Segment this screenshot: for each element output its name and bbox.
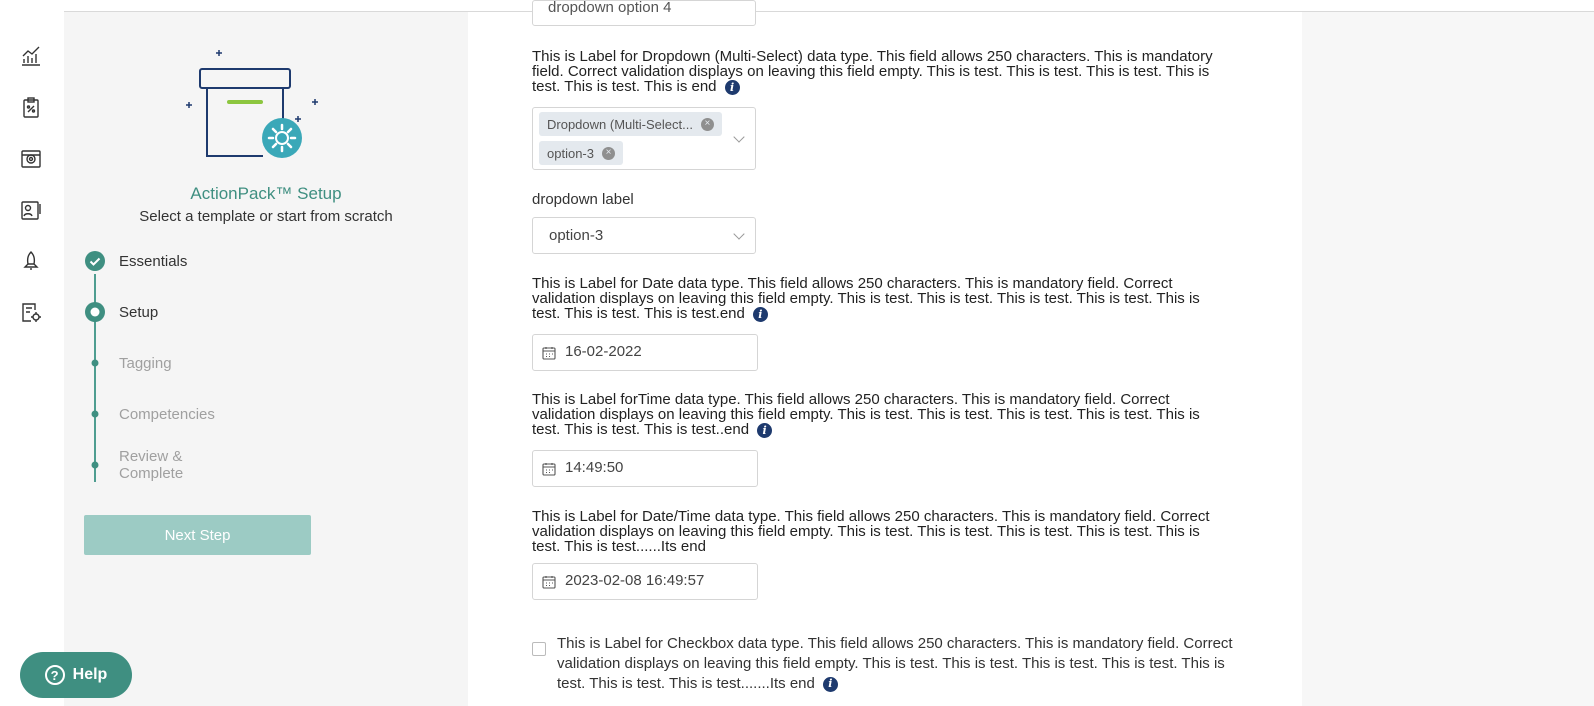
check-icon [84, 250, 106, 272]
multiselect-dropdown[interactable]: Dropdown (Multi-Select... × option-3 × [532, 107, 756, 170]
datetime-value: 2023-02-08 16:49:57 [565, 572, 705, 589]
date-value: 16-02-2022 [565, 343, 642, 360]
step-dot-icon [84, 403, 106, 425]
chip-label: Dropdown (Multi-Select... [547, 116, 693, 132]
clipboard-icon[interactable] [19, 96, 43, 120]
top-border [64, 0, 1594, 12]
datetime-label-text: This is Label for Date/Time data type. T… [532, 508, 1210, 555]
remove-chip-icon[interactable]: × [601, 146, 615, 160]
help-button[interactable]: ? Help [20, 652, 132, 698]
datetime-input[interactable]: 2023-02-08 16:49:57 [532, 563, 758, 600]
time-label-text: This is Label forTime data type. This fi… [532, 391, 1200, 438]
settings-doc-icon[interactable] [19, 300, 43, 324]
rocket-icon[interactable] [19, 249, 43, 273]
chevron-down-icon [733, 131, 745, 143]
step-review-complete[interactable]: Review & Complete [84, 448, 183, 482]
chevron-down-icon [733, 228, 745, 240]
next-step-button[interactable]: Next Step [84, 515, 311, 555]
time-value: 14:49:50 [565, 459, 624, 476]
info-icon[interactable]: i [724, 79, 740, 95]
dropdown-select[interactable]: option-3 [532, 217, 756, 254]
date-input[interactable]: 16-02-2022 [532, 334, 758, 371]
question-icon: ? [44, 665, 65, 685]
partial-dropdown-value: dropdown option 4 [548, 0, 672, 16]
archive-box-illustration [184, 46, 344, 176]
multiselect-chip: Dropdown (Multi-Select... × [539, 112, 722, 136]
checkbox[interactable] [532, 642, 546, 656]
chart-icon[interactable] [19, 44, 43, 68]
id-card-icon[interactable] [19, 198, 43, 222]
step-setup[interactable]: Setup [84, 300, 158, 324]
chip-label: option-3 [547, 145, 594, 161]
step-label: Review & Complete [119, 448, 184, 482]
step-dot-icon [84, 454, 106, 476]
checkbox-label: This is Label for Checkbox data type. Th… [557, 634, 1237, 694]
setup-panel: ActionPack™ Setup Select a template or s… [64, 12, 468, 706]
help-label: Help [72, 666, 108, 683]
step-label: Setup [119, 303, 159, 321]
step-essentials[interactable]: Essentials [84, 249, 187, 273]
multiselect-chip: option-3 × [539, 141, 623, 165]
calendar-icon [542, 347, 556, 360]
step-tagging[interactable]: Tagging [84, 351, 172, 375]
datetime-label: This is Label for Date/Time data type. T… [532, 509, 1232, 554]
checkbox-label-text: This is Label for Checkbox data type. Th… [557, 635, 1233, 692]
page-title: ActionPack™ Setup [190, 184, 342, 203]
form-area: dropdown option 4 This is Label for Drop… [468, 0, 1302, 706]
time-label: This is Label forTime data type. This fi… [532, 392, 1232, 438]
calendar-icon [542, 463, 556, 476]
right-gutter [1302, 12, 1594, 706]
info-icon[interactable]: i [822, 676, 838, 692]
step-dot-icon [84, 352, 106, 374]
icon-rail [0, 0, 64, 706]
multiselect-label-text: This is Label for Dropdown (Multi-Select… [532, 48, 1213, 95]
dropdown-value: option-3 [549, 227, 604, 244]
step-label: Tagging [119, 354, 172, 372]
remove-chip-icon[interactable]: × [700, 117, 714, 131]
date-label: This is Label for Date data type. This f… [532, 276, 1232, 322]
dropdown-label: dropdown label [532, 191, 634, 208]
multiselect-label: This is Label for Dropdown (Multi-Select… [532, 49, 1232, 95]
step-competencies[interactable]: Competencies [84, 402, 215, 426]
info-icon[interactable]: i [752, 306, 768, 322]
step-label: Competencies [119, 405, 215, 423]
partial-dropdown[interactable]: dropdown option 4 [532, 0, 756, 26]
time-input[interactable]: 14:49:50 [532, 450, 758, 487]
page-subtitle: Select a template or start from scratch [139, 208, 393, 225]
active-step-icon [84, 301, 106, 323]
step-label: Essentials [119, 252, 188, 270]
date-label-text: This is Label for Date data type. This f… [532, 275, 1200, 322]
app-window: ActionPack™ Setup Select a template or s… [0, 0, 1594, 706]
camera-icon[interactable] [19, 147, 43, 171]
calendar-icon [542, 576, 556, 589]
info-icon[interactable]: i [757, 422, 773, 438]
